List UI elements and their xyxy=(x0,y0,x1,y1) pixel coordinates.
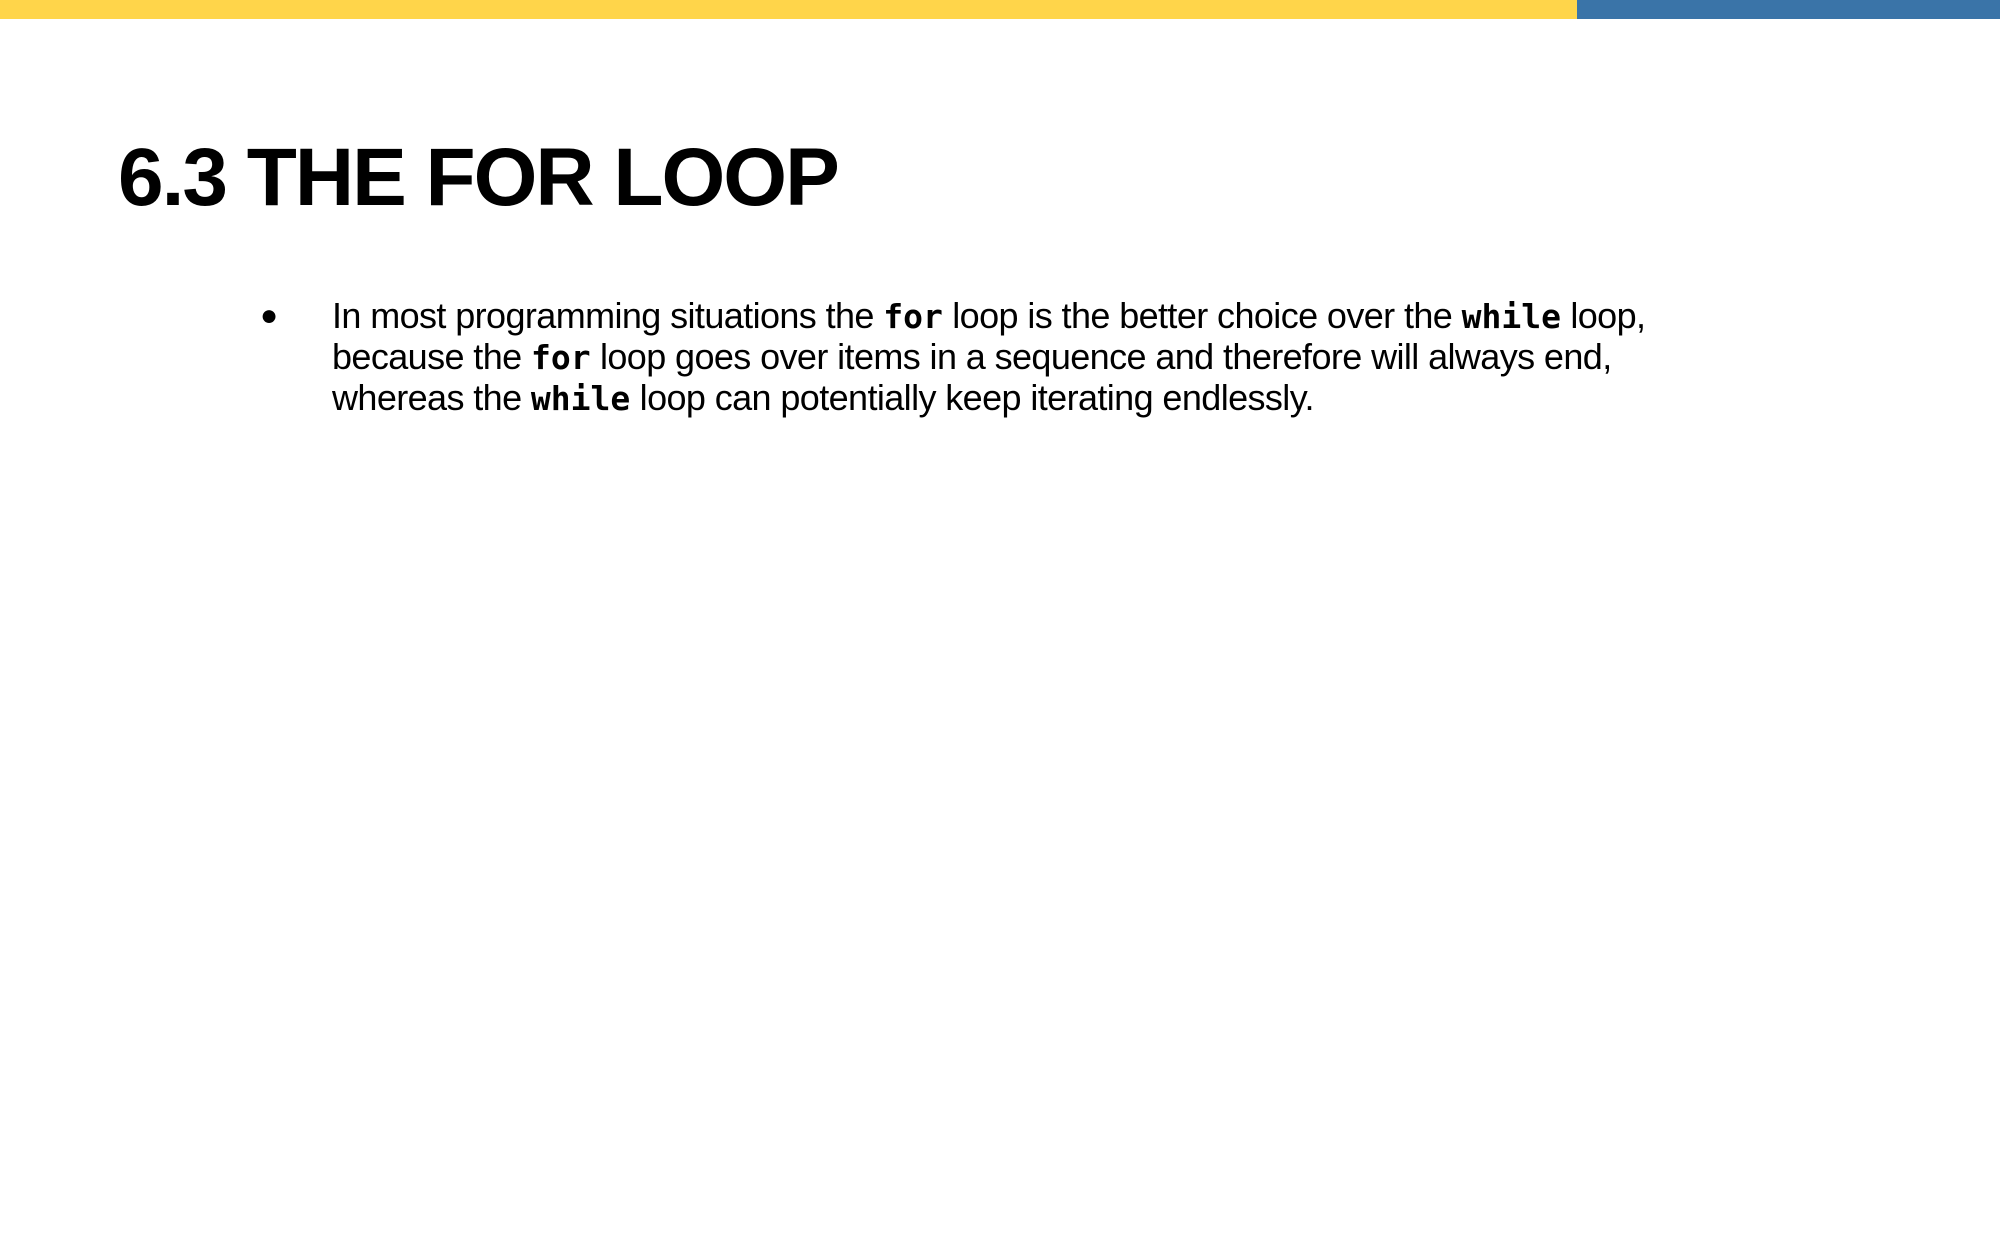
code-keyword-for: for xyxy=(883,297,943,336)
slide-title: 6.3 THE FOR LOOP xyxy=(118,132,840,223)
bullet-list: ● In most programming situations the for… xyxy=(256,296,1746,419)
code-keyword-while: while xyxy=(1461,297,1561,336)
bullet-item: ● In most programming situations the for… xyxy=(256,296,1746,419)
code-keyword-for: for xyxy=(530,338,591,377)
top-accent-bar xyxy=(0,0,2000,19)
bullet-marker: ● xyxy=(260,299,278,332)
bullet-text-segment: loop can potentially keep iterating endl… xyxy=(630,377,1315,418)
bullet-text-segment: In most programming situations the xyxy=(332,295,884,336)
code-keyword-while: while xyxy=(530,379,631,418)
bullet-text: In most programming situations the for l… xyxy=(332,295,1646,419)
bullet-text-segment: loop is the better choice over the xyxy=(942,295,1462,336)
top-bar-yellow-segment xyxy=(0,0,1577,19)
top-bar-blue-segment xyxy=(1577,0,2000,19)
